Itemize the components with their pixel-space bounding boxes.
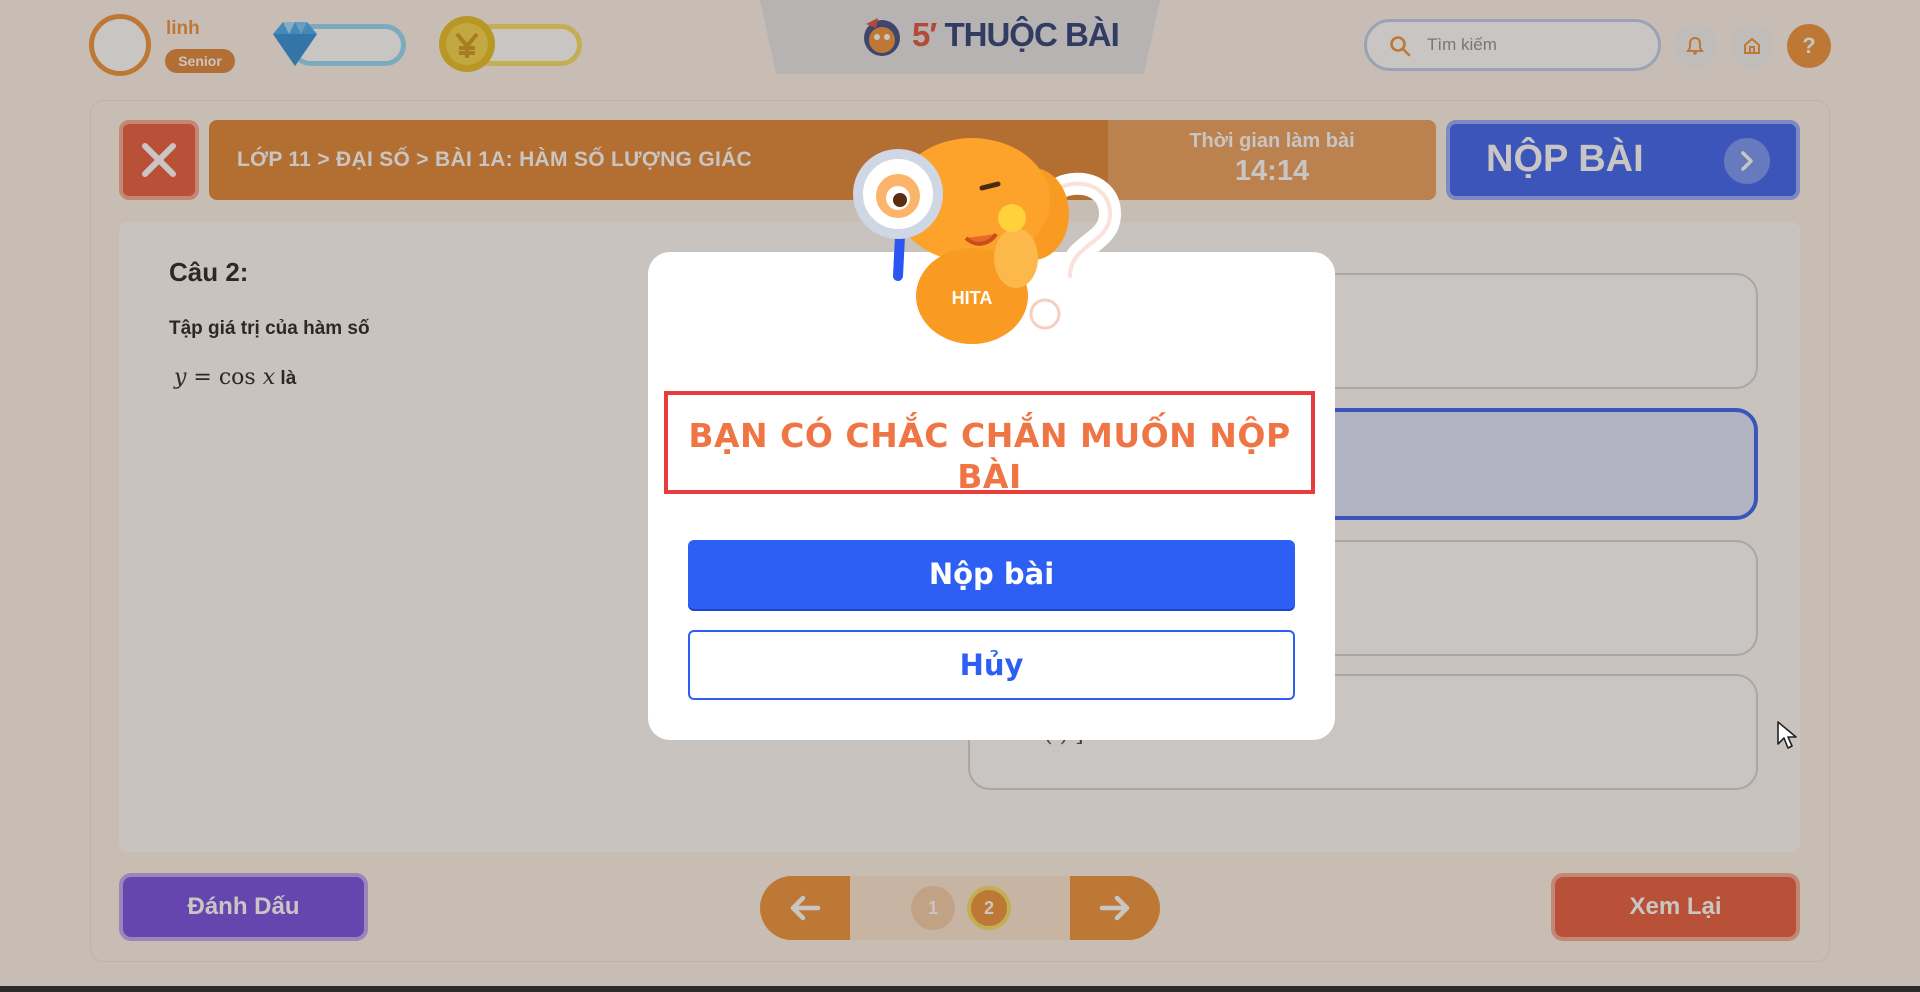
mascot-label: HITA: [952, 288, 993, 308]
elephant-mascot-icon: HITA: [853, 138, 1122, 344]
confirm-title: BẠN CÓ CHẮC CHẮN MUỐN NỘP BÀI: [664, 391, 1315, 494]
mouse-cursor-icon: [1777, 721, 1797, 749]
window-bottom-edge: [0, 986, 1920, 992]
cancel-button[interactable]: Hủy: [688, 630, 1295, 700]
confirm-submit-button[interactable]: Nộp bài: [688, 540, 1295, 609]
